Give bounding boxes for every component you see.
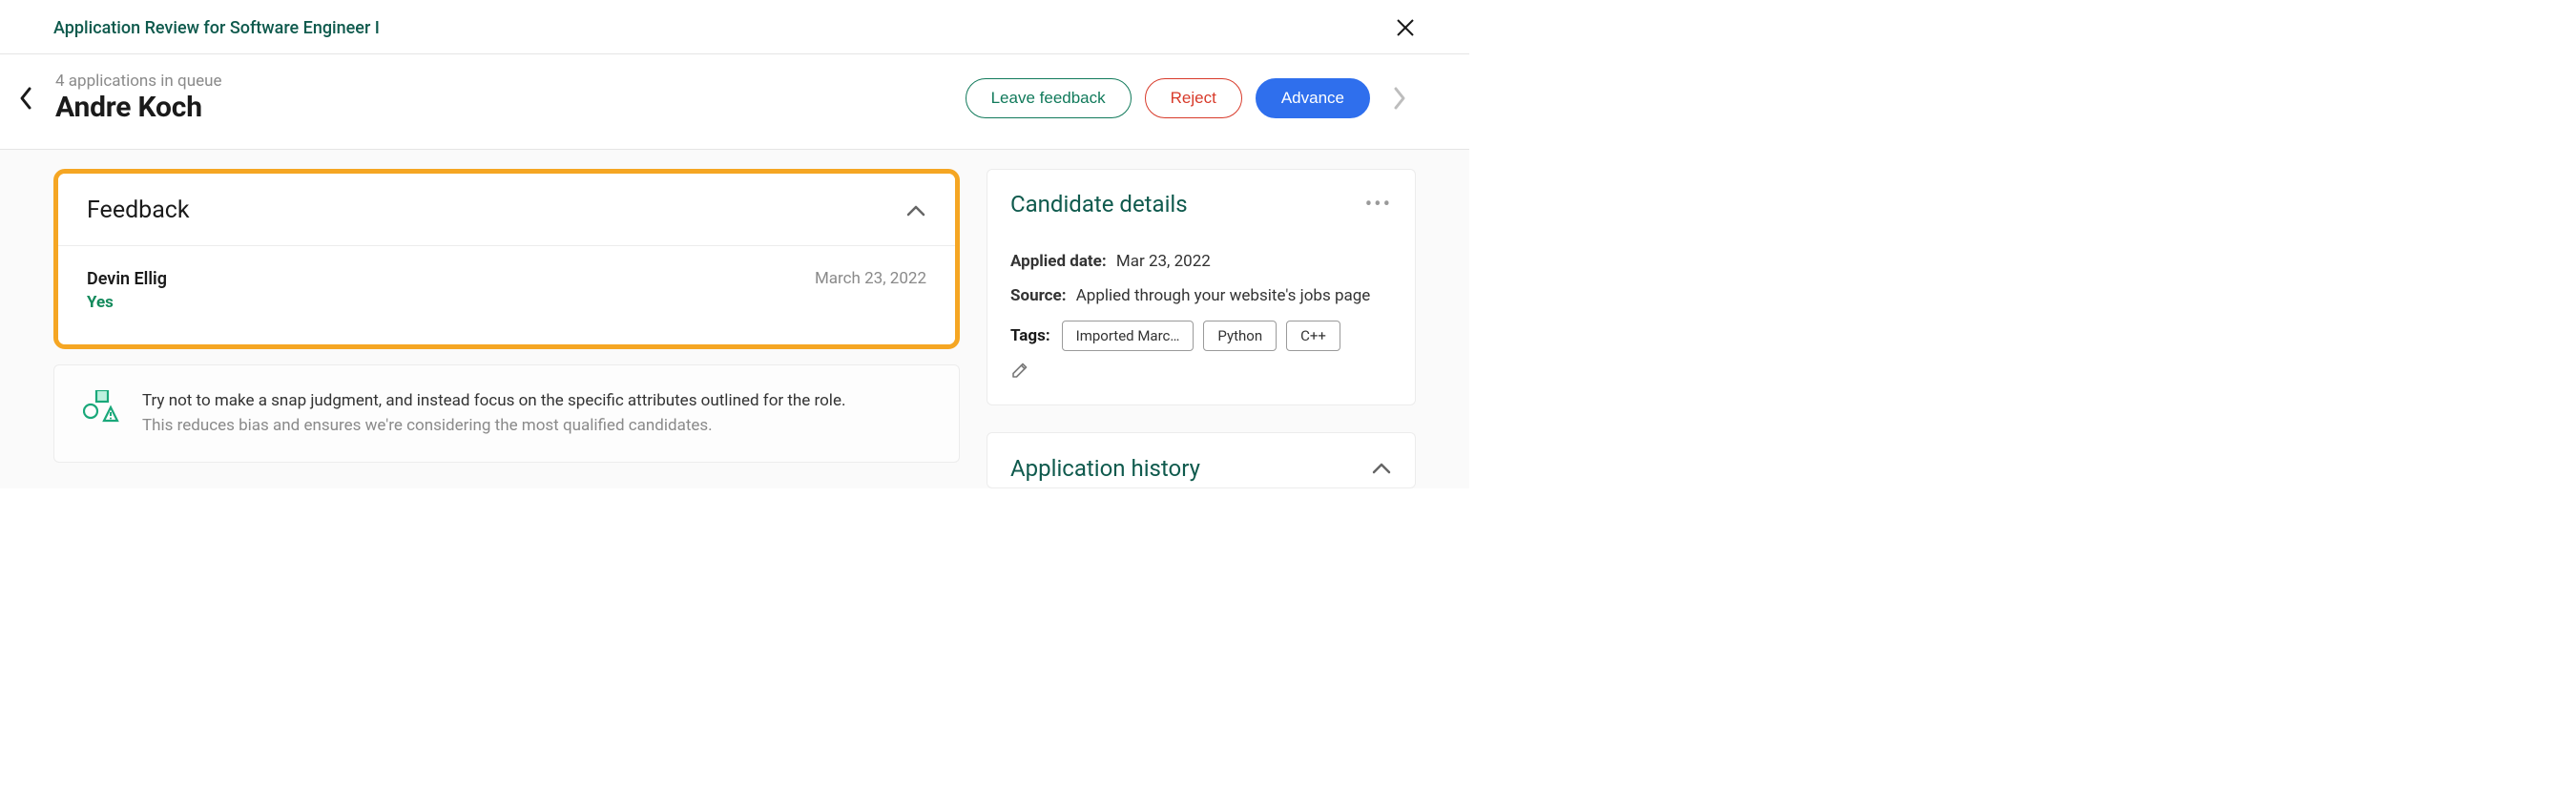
tag-chip[interactable]: Imported Marc…: [1062, 321, 1195, 351]
candidate-details-card: Candidate details ••• Applied date: Mar …: [987, 169, 1416, 405]
candidate-details-title: Candidate details: [1010, 191, 1188, 218]
feedback-reviewer: Devin Ellig: [87, 269, 167, 289]
tag-chip[interactable]: Python: [1203, 321, 1277, 351]
chevron-up-icon[interactable]: [905, 204, 926, 218]
prev-candidate-button[interactable]: [10, 82, 42, 114]
source-label: Source:: [1010, 286, 1066, 305]
feedback-card-title: Feedback: [87, 197, 190, 224]
page-title: Application Review for Software Engineer…: [53, 18, 380, 38]
advance-button[interactable]: Advance: [1256, 78, 1370, 118]
next-candidate-button[interactable]: [1383, 82, 1416, 114]
edit-tags-icon[interactable]: [1010, 361, 1029, 380]
applied-date-label: Applied date:: [1010, 252, 1107, 271]
leave-feedback-button[interactable]: Leave feedback: [966, 78, 1132, 118]
feedback-entry: Devin Ellig Yes March 23, 2022: [58, 246, 955, 344]
source-value: Applied through your website's jobs page: [1076, 286, 1371, 305]
shapes-icon: [83, 390, 121, 425]
application-history-card: Application history: [987, 432, 1416, 488]
feedback-date: March 23, 2022: [815, 269, 926, 288]
tags-label: Tags:: [1010, 326, 1050, 345]
feedback-verdict: Yes: [87, 293, 167, 312]
bias-tip-banner: Try not to make a snap judgment, and ins…: [53, 364, 960, 463]
chevron-up-icon[interactable]: [1371, 462, 1392, 475]
tip-line-2: This reduces bias and ensures we're cons…: [142, 413, 845, 438]
queue-count: 4 applications in queue: [55, 72, 952, 91]
candidate-name: Andre Koch: [55, 91, 952, 124]
applied-date-value: Mar 23, 2022: [1116, 252, 1211, 271]
reject-button[interactable]: Reject: [1145, 78, 1242, 118]
close-icon[interactable]: [1395, 17, 1416, 38]
more-menu-icon[interactable]: •••: [1365, 193, 1392, 217]
tip-line-1: Try not to make a snap judgment, and ins…: [142, 388, 845, 413]
application-history-title: Application history: [1010, 455, 1200, 482]
tag-chip[interactable]: C++: [1286, 321, 1340, 351]
feedback-card: Feedback Devin Ellig Yes March 23, 2022: [53, 169, 960, 349]
